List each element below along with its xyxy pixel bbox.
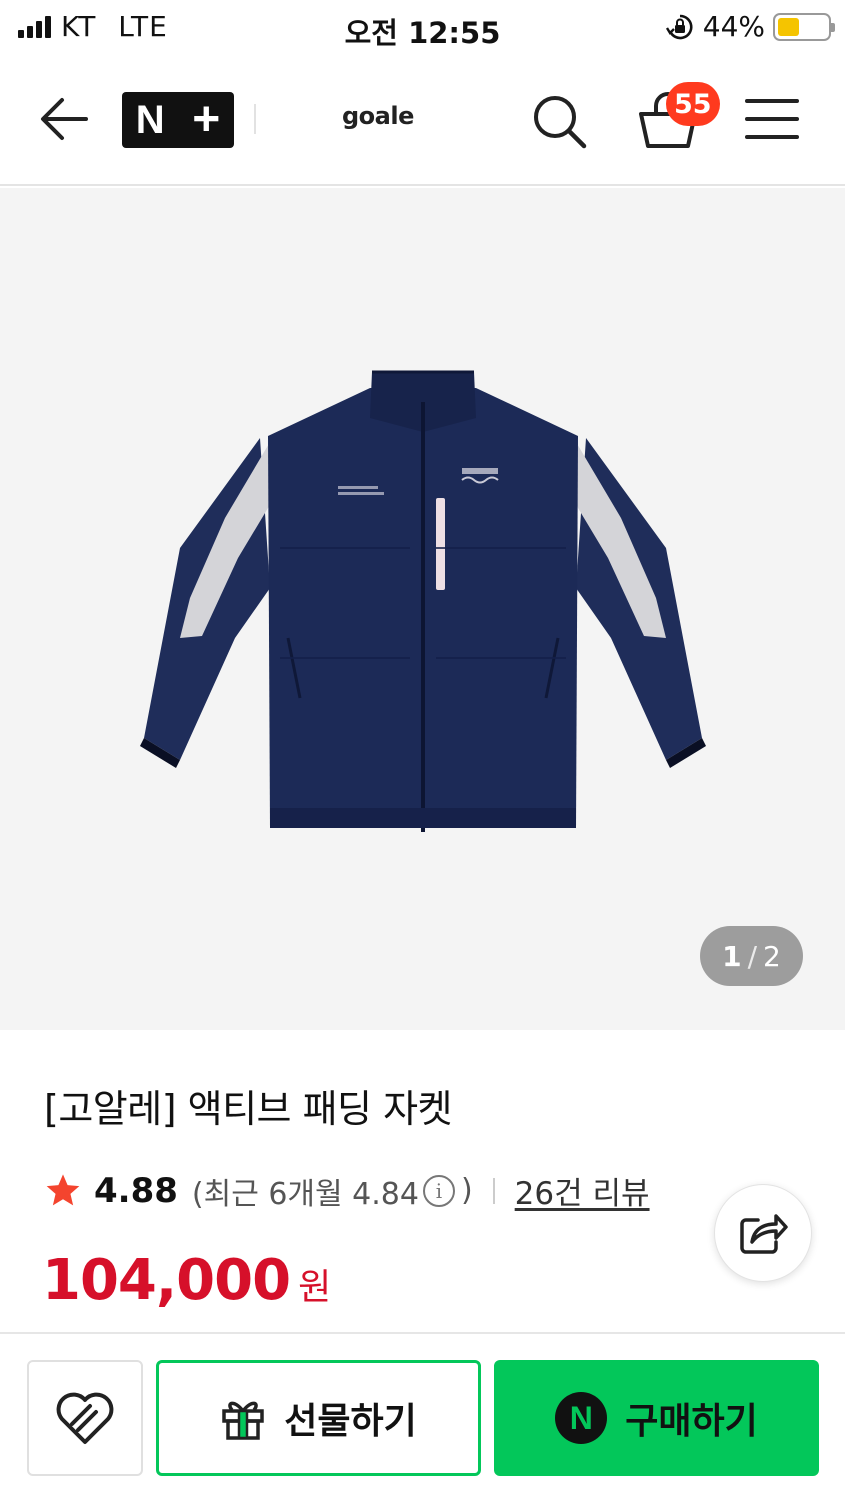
buy-label: 구매하기 xyxy=(625,1401,758,1442)
battery-icon xyxy=(773,12,835,41)
share-button[interactable] xyxy=(714,1184,812,1282)
price-currency: 원 xyxy=(298,1267,332,1308)
info-icon[interactable]: i xyxy=(422,1174,455,1207)
rating-row: 4.88 (최근 6개월 4.84 i ) 26건 리뷰 xyxy=(44,1168,650,1213)
product-image-gallery[interactable]: 1 / 2 xyxy=(0,188,845,1030)
page-separator: / xyxy=(747,939,758,973)
gift-button[interactable]: 선물하기 xyxy=(156,1360,481,1476)
heart-icon xyxy=(56,1392,114,1444)
search-button[interactable] xyxy=(530,92,588,150)
status-right: 44% xyxy=(665,10,835,43)
review-count-link[interactable]: 26건 리뷰 xyxy=(515,1168,650,1213)
naver-plus-logo[interactable]: N + xyxy=(122,92,234,148)
back-button[interactable] xyxy=(38,94,92,144)
logo-n: N xyxy=(135,97,165,142)
rating-divider xyxy=(492,1177,495,1204)
hamburger-menu-icon xyxy=(745,99,799,139)
image-page-indicator: 1 / 2 xyxy=(700,926,803,986)
product-image xyxy=(140,370,706,832)
product-price: 104,000 xyxy=(42,1248,291,1313)
battery-percent: 44% xyxy=(702,10,765,43)
header-divider xyxy=(254,104,256,134)
current-page: 1 xyxy=(722,939,742,973)
naver-pay-icon: N xyxy=(555,1392,608,1444)
logo-plus: + xyxy=(192,93,221,146)
cart-count-badge: 55 xyxy=(666,82,720,126)
menu-button[interactable] xyxy=(744,96,800,142)
wishlist-button[interactable] xyxy=(27,1360,143,1476)
gift-icon xyxy=(222,1401,264,1440)
total-pages: 2 xyxy=(763,939,781,973)
bottom-action-bar: 선물하기 N 구매하기 xyxy=(0,1332,845,1500)
top-nav: N + goale 55 xyxy=(0,56,845,186)
rating-score: 4.88 xyxy=(94,1170,178,1211)
orientation-lock-icon xyxy=(665,14,693,39)
price-row: 104,000 원 xyxy=(42,1248,331,1313)
star-icon xyxy=(46,1173,80,1205)
product-title: [고알레] 액티브 패딩 자켓 xyxy=(44,1087,453,1131)
recent-rating-text: (최근 6개월 4.84 xyxy=(191,1176,419,1212)
search-icon xyxy=(534,96,587,149)
recent-rating: (최근 6개월 4.84 i ) xyxy=(192,1169,473,1213)
arrow-left-icon xyxy=(41,98,88,140)
buy-button[interactable]: N 구매하기 xyxy=(494,1360,819,1476)
share-icon xyxy=(740,1214,788,1254)
battery-level xyxy=(778,17,800,36)
status-bar: KT LTE 오전 12:55 44% xyxy=(0,0,845,56)
gift-label: 선물하기 xyxy=(284,1401,417,1442)
recent-rating-close: ) xyxy=(460,1173,473,1208)
store-brand-logo[interactable]: goale xyxy=(342,102,414,130)
